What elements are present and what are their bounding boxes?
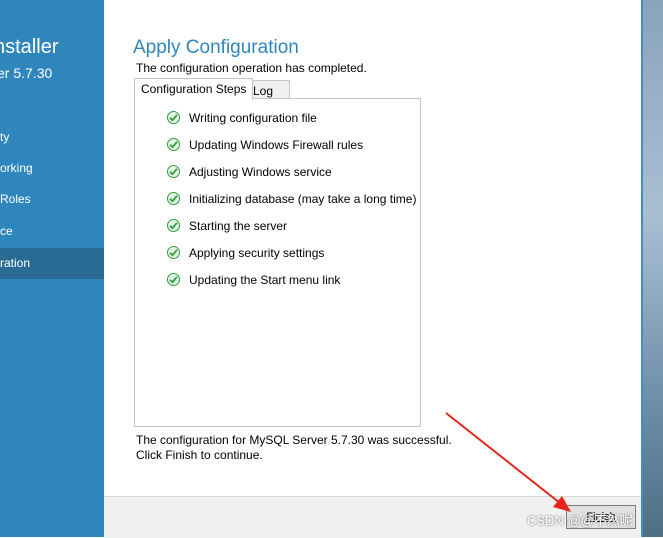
tab-configuration-steps[interactable]: Configuration Steps: [134, 78, 254, 100]
step-label: Updating the Start menu link: [189, 273, 341, 287]
watermark: CSDN @@不然呢: [527, 513, 633, 528]
sidebar-item-label: ce: [0, 224, 13, 238]
sidebar-item-service[interactable]: ce: [0, 216, 104, 247]
sidebar-item-apply-configuration[interactable]: ration: [0, 248, 104, 279]
result-instruction: Click Finish to continue.: [136, 448, 263, 462]
step-label: Writing configuration file: [189, 111, 317, 125]
sidebar-item-security[interactable]: ty: [0, 122, 104, 153]
step-label: Applying security settings: [189, 246, 325, 260]
sidebar-item-label: Roles: [0, 192, 31, 206]
step-label: Updating Windows Firewall rules: [189, 138, 364, 152]
steps-panel: Writing configuration file Updating Wind…: [134, 98, 421, 427]
sidebar-item-label: orking: [0, 161, 33, 175]
check-icon: [167, 219, 180, 232]
result-message: The configuration for MySQL Server 5.7.3…: [136, 433, 452, 447]
app-version: er 5.7.30: [0, 65, 53, 81]
app-title: nstaller: [0, 36, 59, 58]
sidebar-item-label: ration: [0, 256, 31, 270]
step-label: Starting the server: [189, 219, 288, 233]
step-label: Adjusting Windows service: [189, 165, 332, 179]
check-icon: [167, 273, 180, 286]
desktop-background: [643, 0, 663, 537]
step-label: Initializing database (may take a long t…: [189, 192, 417, 206]
page-title: Apply Configuration: [133, 37, 299, 58]
sidebar: nstaller er 5.7.30 ty orking Roles ce ra…: [0, 0, 104, 537]
sidebar-item-label: ty: [0, 130, 10, 144]
check-icon: [167, 192, 180, 205]
sidebar-item-networking[interactable]: orking: [0, 153, 104, 184]
sidebar-item-roles[interactable]: Roles: [0, 184, 104, 215]
check-icon: [167, 165, 180, 178]
check-icon: [167, 246, 180, 259]
check-icon: [167, 111, 180, 124]
check-icon: [167, 138, 180, 151]
page-subtitle: The configuration operation has complete…: [136, 61, 367, 75]
